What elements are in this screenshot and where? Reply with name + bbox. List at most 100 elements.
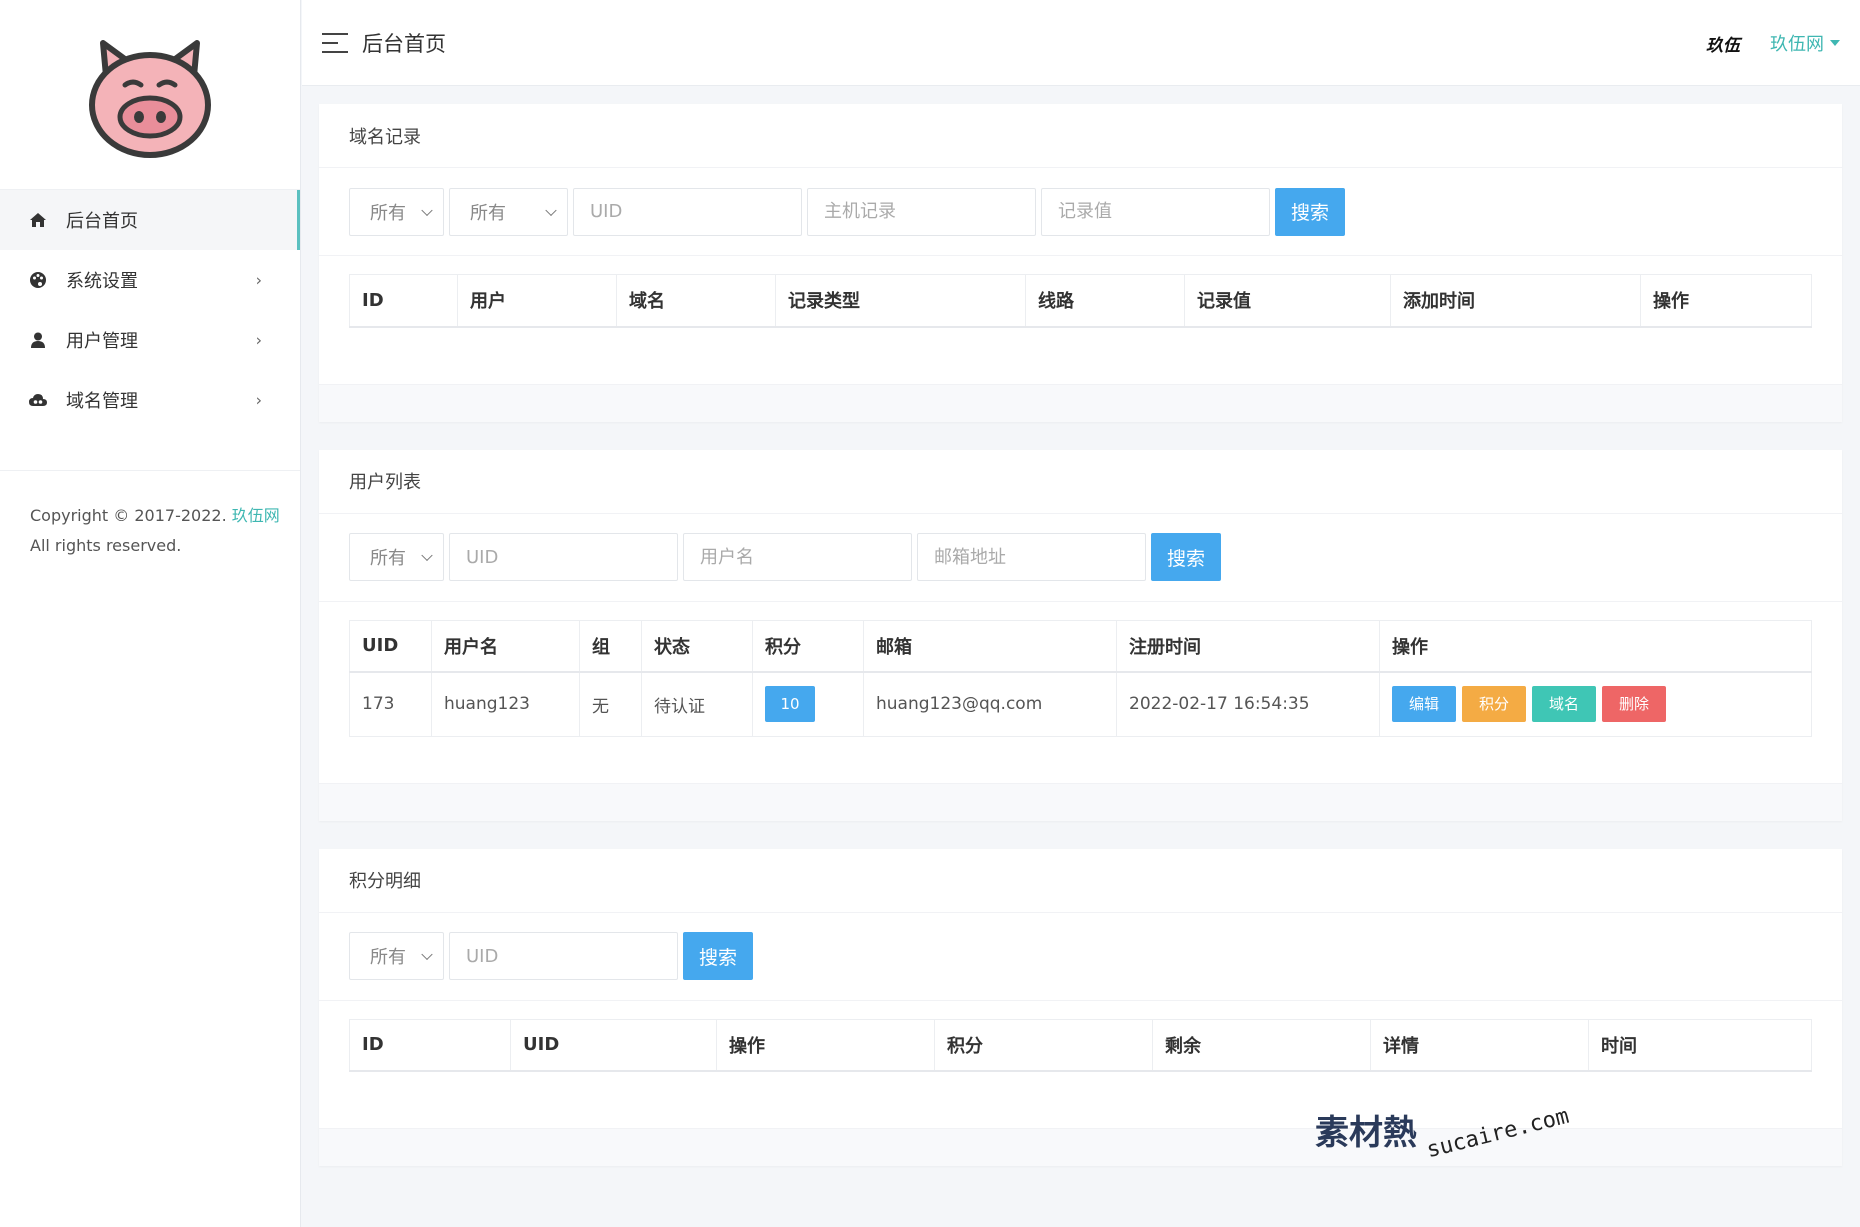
sidebar-item-dashboard[interactable]: 后台首页 — [0, 190, 300, 250]
sidebar-item-user-management[interactable]: 用户管理 › — [0, 310, 300, 370]
cloud-icon — [28, 390, 48, 410]
sidebar: 后台首页 系统设置 › 用户管理 › 域名管理 › Copyright © 20 — [0, 0, 301, 1227]
uid-input[interactable] — [449, 533, 678, 581]
panel-footer — [319, 782, 1842, 821]
sidebar-item-label: 系统设置 — [66, 271, 138, 292]
panel-title: 用户列表 — [319, 450, 1842, 514]
uid-input[interactable] — [573, 187, 802, 236]
col-operation[interactable]: 操作 — [716, 1018, 935, 1072]
col-remaining[interactable]: 剩余 — [1152, 1018, 1371, 1072]
chevron-right-icon: › — [255, 390, 262, 410]
sidebar-item-system-settings[interactable]: 系统设置 › — [0, 250, 300, 310]
domain-table-wrap: ID 用户 域名 记录类型 线路 记录值 添加时间 操作 — [319, 256, 1842, 384]
user-search-button[interactable]: 搜索 — [1151, 533, 1221, 581]
table-header-row: ID UID 操作 积分 剩余 详情 时间 — [349, 1018, 1812, 1072]
col-status[interactable]: 状态 — [641, 619, 753, 673]
score-button[interactable]: 积分 — [1462, 686, 1526, 723]
user-list-panel: 用户列表 所有 搜索 UID 用户名 组 状态 积分 邮箱 注册时间 — [319, 449, 1842, 821]
domain-line-select[interactable]: 所有 — [449, 187, 568, 236]
domain-search-button[interactable]: 搜索 — [1275, 187, 1345, 236]
score-type-select[interactable]: 所有 — [349, 932, 444, 980]
uid-input[interactable] — [449, 932, 678, 980]
col-actions[interactable]: 操作 — [1379, 619, 1812, 673]
col-uid[interactable]: UID — [349, 619, 432, 673]
col-score[interactable]: 积分 — [934, 1018, 1153, 1072]
score-badge[interactable]: 10 — [765, 686, 815, 723]
col-id[interactable]: ID — [349, 274, 458, 328]
main-content: 域名记录 所有 所有 搜索 ID 用户 域名 记录类型 线路 — [319, 104, 1842, 1194]
logo[interactable] — [0, 0, 300, 190]
header-right: 玖伍 玖伍网 — [1706, 0, 1840, 86]
domain-records-table: ID 用户 域名 记录类型 线路 记录值 添加时间 操作 — [349, 274, 1812, 328]
col-domain[interactable]: 域名 — [616, 274, 776, 328]
user-table-wrap: UID 用户名 组 状态 积分 邮箱 注册时间 操作 173 huang123 … — [319, 602, 1842, 783]
col-details[interactable]: 详情 — [1370, 1018, 1589, 1072]
col-id[interactable]: ID — [349, 1018, 511, 1072]
panel-title: 域名记录 — [319, 104, 1842, 168]
edit-button[interactable]: 编辑 — [1392, 686, 1456, 723]
domain-type-select[interactable]: 所有 — [349, 187, 444, 236]
sidebar-nav: 后台首页 系统设置 › 用户管理 › 域名管理 › — [0, 190, 300, 430]
copyright-text: Copyright © 2017-2022. — [30, 506, 227, 525]
record-value-input[interactable] — [1041, 187, 1270, 236]
panel-footer — [319, 1128, 1842, 1166]
score-details-panel: 积分明细 所有 搜索 ID UID 操作 积分 剩余 详情 时间 — [319, 848, 1842, 1166]
watermark-cn: 素材熱 — [1315, 1113, 1417, 1153]
col-record-type[interactable]: 记录类型 — [775, 274, 1026, 328]
cell-score: 10 — [752, 671, 864, 737]
home-icon — [28, 210, 48, 230]
col-uid[interactable]: UID — [510, 1018, 717, 1072]
table-bottom-space — [349, 737, 1812, 783]
sidebar-item-label: 域名管理 — [66, 391, 138, 412]
domain-records-panel: 域名记录 所有 所有 搜索 ID 用户 域名 记录类型 线路 — [319, 104, 1842, 422]
col-user[interactable]: 用户 — [457, 274, 617, 328]
email-input[interactable] — [917, 533, 1146, 581]
score-details-table: ID UID 操作 积分 剩余 详情 时间 — [349, 1018, 1812, 1072]
sidebar-item-domain-management[interactable]: 域名管理 › — [0, 370, 300, 430]
user-list-table: UID 用户名 组 状态 积分 邮箱 注册时间 操作 173 huang123 … — [349, 619, 1812, 737]
menu-toggle-icon[interactable] — [322, 32, 348, 53]
col-group[interactable]: 组 — [579, 619, 642, 673]
col-actions[interactable]: 操作 — [1640, 274, 1812, 328]
col-email[interactable]: 邮箱 — [863, 619, 1117, 673]
cell-status: 待认证 — [641, 671, 753, 737]
score-filter-bar: 所有 搜索 — [319, 913, 1842, 1001]
site-dropdown[interactable]: 玖伍网 — [1770, 30, 1840, 56]
host-record-input[interactable] — [807, 187, 1036, 236]
username-input[interactable] — [683, 533, 912, 581]
watermark: 素材熱 sucaire.com — [1315, 1104, 1572, 1164]
sidebar-item-label: 后台首页 — [66, 211, 138, 232]
panel-title: 积分明细 — [319, 849, 1842, 913]
cell-email: huang123@qq.com — [863, 671, 1117, 737]
score-table-wrap: ID UID 操作 积分 剩余 详情 时间 — [319, 1001, 1842, 1129]
copyright-brand-link[interactable]: 玖伍网 — [232, 506, 280, 525]
col-score[interactable]: 积分 — [752, 619, 864, 673]
col-added-time[interactable]: 添加时间 — [1390, 274, 1641, 328]
chevron-down-icon — [545, 204, 557, 216]
cell-uid: 173 — [349, 671, 432, 737]
table-header-row: UID 用户名 组 状态 积分 邮箱 注册时间 操作 — [349, 619, 1812, 673]
top-header: 后台首页 玖伍 玖伍网 — [302, 0, 1860, 86]
user-name[interactable]: 玖伍 — [1706, 31, 1740, 56]
col-time[interactable]: 时间 — [1588, 1018, 1812, 1072]
chevron-right-icon: › — [255, 330, 262, 350]
chevron-down-icon — [421, 549, 433, 562]
copyright: Copyright © 2017-2022. 玖伍网 All rights re… — [0, 471, 300, 561]
cell-actions: 编辑 积分 域名 删除 — [1379, 671, 1812, 737]
col-username[interactable]: 用户名 — [431, 619, 580, 673]
rights-text: All rights reserved. — [30, 536, 182, 555]
delete-button[interactable]: 删除 — [1602, 686, 1666, 723]
page-title: 后台首页 — [362, 31, 446, 56]
table-header-row: ID 用户 域名 记录类型 线路 记录值 添加时间 操作 — [349, 274, 1812, 328]
site-name: 玖伍网 — [1770, 34, 1824, 55]
score-search-button[interactable]: 搜索 — [683, 932, 753, 980]
user-group-select[interactable]: 所有 — [349, 533, 444, 581]
user-filter-bar: 所有 搜索 — [319, 514, 1842, 602]
domain-button[interactable]: 域名 — [1532, 686, 1596, 723]
pig-logo-icon — [89, 39, 211, 158]
panel-footer — [319, 383, 1842, 422]
col-line[interactable]: 线路 — [1025, 274, 1185, 328]
col-registered[interactable]: 注册时间 — [1116, 619, 1380, 673]
col-record-value[interactable]: 记录值 — [1184, 274, 1391, 328]
palette-icon — [28, 270, 48, 290]
